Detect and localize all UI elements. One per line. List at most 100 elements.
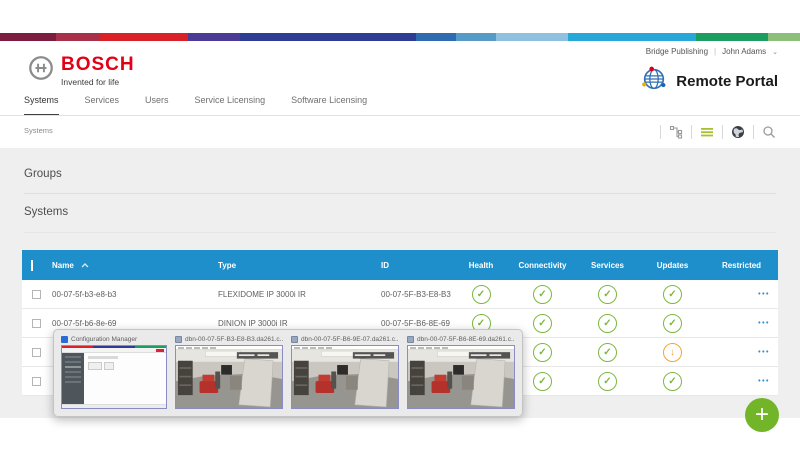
status-ok-icon: ✓ xyxy=(533,284,552,304)
taskbar-thumbnail[interactable]: dbn-00-07-5F-B3-E8-B3.da261.c... xyxy=(175,334,283,409)
table-header-row: Name Type ID Health Connectivity Service… xyxy=(22,250,778,280)
browser-window-icon xyxy=(291,336,298,343)
systems-section-title[interactable]: Systems xyxy=(24,206,68,218)
section-divider xyxy=(24,193,776,194)
sort-asc-icon[interactable] xyxy=(81,261,89,270)
nav-tab-systems[interactable]: Systems xyxy=(24,95,59,116)
camera-window-preview[interactable] xyxy=(291,345,399,409)
select-all-checkbox[interactable] xyxy=(31,259,33,271)
thumbnail-title: dbn-00-07-5F-B6-9E-07.da261.c... xyxy=(301,336,399,343)
cell-name: 00-07-5f-b6-8e-69 xyxy=(52,318,117,328)
cell-health: ✓ xyxy=(452,284,510,304)
status-ok-icon: ✓ xyxy=(533,313,552,333)
table-row[interactable]: 00-07-5f-b3-e8-b3 FLEXIDOME IP 3000i IR … xyxy=(22,280,778,309)
col-header-id[interactable]: ID xyxy=(381,261,452,270)
primary-nav: Systems Services Users Service Licensing Sof… xyxy=(24,95,367,116)
subbar: Systems xyxy=(0,116,800,148)
status-ok-icon: ✓ xyxy=(598,284,617,304)
row-checkbox[interactable] xyxy=(32,376,41,386)
browser-window-icon xyxy=(407,336,414,343)
camera-feed-image xyxy=(408,350,514,408)
app-window-icon xyxy=(61,336,68,343)
bosch-wordmark: BOSCH xyxy=(61,54,135,75)
cell-services: ✓ xyxy=(575,284,640,304)
taskbar-thumbnail[interactable]: dbn-00-07-5F-B6-9E-07.da261.c... xyxy=(291,334,399,409)
cell-services: ✓ xyxy=(575,371,640,391)
col-header-name[interactable]: Name xyxy=(52,261,74,270)
cell-name: 00-07-5f-b3-e8-b3 xyxy=(52,289,117,299)
row-checkbox[interactable] xyxy=(32,318,41,328)
toolbar-divider xyxy=(722,125,723,139)
taskbar-thumbnail-popup: Configuration Manager dbn-00-07-5F-B3-E8… xyxy=(53,329,523,417)
section-divider xyxy=(24,232,776,233)
row-menu-button[interactable]: ••• xyxy=(705,349,778,356)
camera-window-preview[interactable] xyxy=(407,345,515,409)
bosch-tagline: Invented for life xyxy=(61,77,120,87)
toolbar-divider xyxy=(753,125,754,139)
thumbnail-title: dbn-00-07-5F-B3-E8-B3.da261.c... xyxy=(185,336,283,343)
globe-logo-icon xyxy=(640,65,668,98)
nav-tab-services[interactable]: Services xyxy=(85,95,120,116)
add-system-button[interactable]: + xyxy=(745,398,779,432)
status-ok-icon: ✓ xyxy=(598,313,617,333)
camera-feed-image xyxy=(176,350,282,408)
row-menu-button[interactable]: ••• xyxy=(705,291,778,298)
camera-feed-image xyxy=(292,350,398,408)
row-menu-button[interactable]: ••• xyxy=(705,320,778,327)
row-checkbox[interactable] xyxy=(32,347,41,357)
col-header-health[interactable]: Health xyxy=(452,261,510,270)
taskbar-thumbnail[interactable]: Configuration Manager xyxy=(61,334,167,409)
cell-updates: ↓ xyxy=(640,342,705,362)
browser-window-icon xyxy=(175,336,182,343)
cell-services: ✓ xyxy=(575,342,640,362)
list-view-icon[interactable] xyxy=(698,123,716,141)
cell-id: 00-07-5F-B3-E8-B3 xyxy=(381,289,451,299)
toolbar-divider xyxy=(691,125,692,139)
col-header-type[interactable]: Type xyxy=(218,261,381,270)
nav-tab-users[interactable]: Users xyxy=(145,95,169,116)
col-header-services[interactable]: Services xyxy=(575,261,640,270)
toolbar-divider xyxy=(660,125,661,139)
cell-updates: ✓ xyxy=(640,313,705,333)
user-menu[interactable]: John Adams xyxy=(722,47,766,56)
col-header-updates[interactable]: Updates xyxy=(640,261,705,270)
remote-portal-page: Bridge Publishing | John Adams ⌄ BOSCH I… xyxy=(0,0,800,450)
bosch-armature-icon xyxy=(28,55,54,86)
nav-tab-software-licensing[interactable]: Software Licensing xyxy=(291,95,367,116)
account-divider: | xyxy=(714,47,717,56)
bosch-logo: BOSCH Invented for life xyxy=(28,55,135,87)
cell-id: 00-07-5F-B6-8E-69 xyxy=(381,318,450,328)
app-window-preview[interactable] xyxy=(61,345,167,409)
cell-updates: ✓ xyxy=(640,371,705,391)
cell-type: DINION IP 3000i IR xyxy=(218,318,288,328)
chevron-down-icon[interactable]: ⌄ xyxy=(772,48,778,56)
status-ok-icon: ✓ xyxy=(663,284,682,304)
col-header-restricted[interactable]: Restricted xyxy=(705,261,778,270)
cell-services: ✓ xyxy=(575,313,640,333)
tree-view-icon[interactable] xyxy=(667,123,685,141)
view-toolbar xyxy=(654,122,778,142)
row-menu-button[interactable]: ••• xyxy=(705,378,778,385)
status-update-available-icon: ↓ xyxy=(663,342,682,362)
app-title: Remote Portal xyxy=(676,73,778,90)
status-ok-icon: ✓ xyxy=(533,371,552,391)
status-ok-icon: ✓ xyxy=(663,371,682,391)
row-checkbox[interactable] xyxy=(32,289,41,299)
nav-tab-service-licensing[interactable]: Service Licensing xyxy=(195,95,266,116)
camera-window-preview[interactable] xyxy=(175,345,283,409)
remote-portal-logo: Remote Portal xyxy=(640,65,778,98)
status-ok-icon: ✓ xyxy=(533,342,552,362)
globe-icon[interactable] xyxy=(729,123,747,141)
groups-section-title[interactable]: Groups xyxy=(24,168,62,180)
status-ok-icon: ✓ xyxy=(471,284,491,304)
status-ok-icon: ✓ xyxy=(598,371,617,391)
status-ok-icon: ✓ xyxy=(598,342,617,362)
cell-type: FLEXIDOME IP 3000i IR xyxy=(218,289,306,299)
col-header-connectivity[interactable]: Connectivity xyxy=(510,261,575,270)
cell-updates: ✓ xyxy=(640,284,705,304)
taskbar-thumbnail[interactable]: dbn-00-07-5F-B6-8E-69.da261.c... xyxy=(407,334,515,409)
search-icon[interactable] xyxy=(760,123,778,141)
account-name[interactable]: Bridge Publishing xyxy=(646,47,708,56)
status-ok-icon: ✓ xyxy=(663,313,682,333)
breadcrumb: Systems xyxy=(24,126,53,135)
